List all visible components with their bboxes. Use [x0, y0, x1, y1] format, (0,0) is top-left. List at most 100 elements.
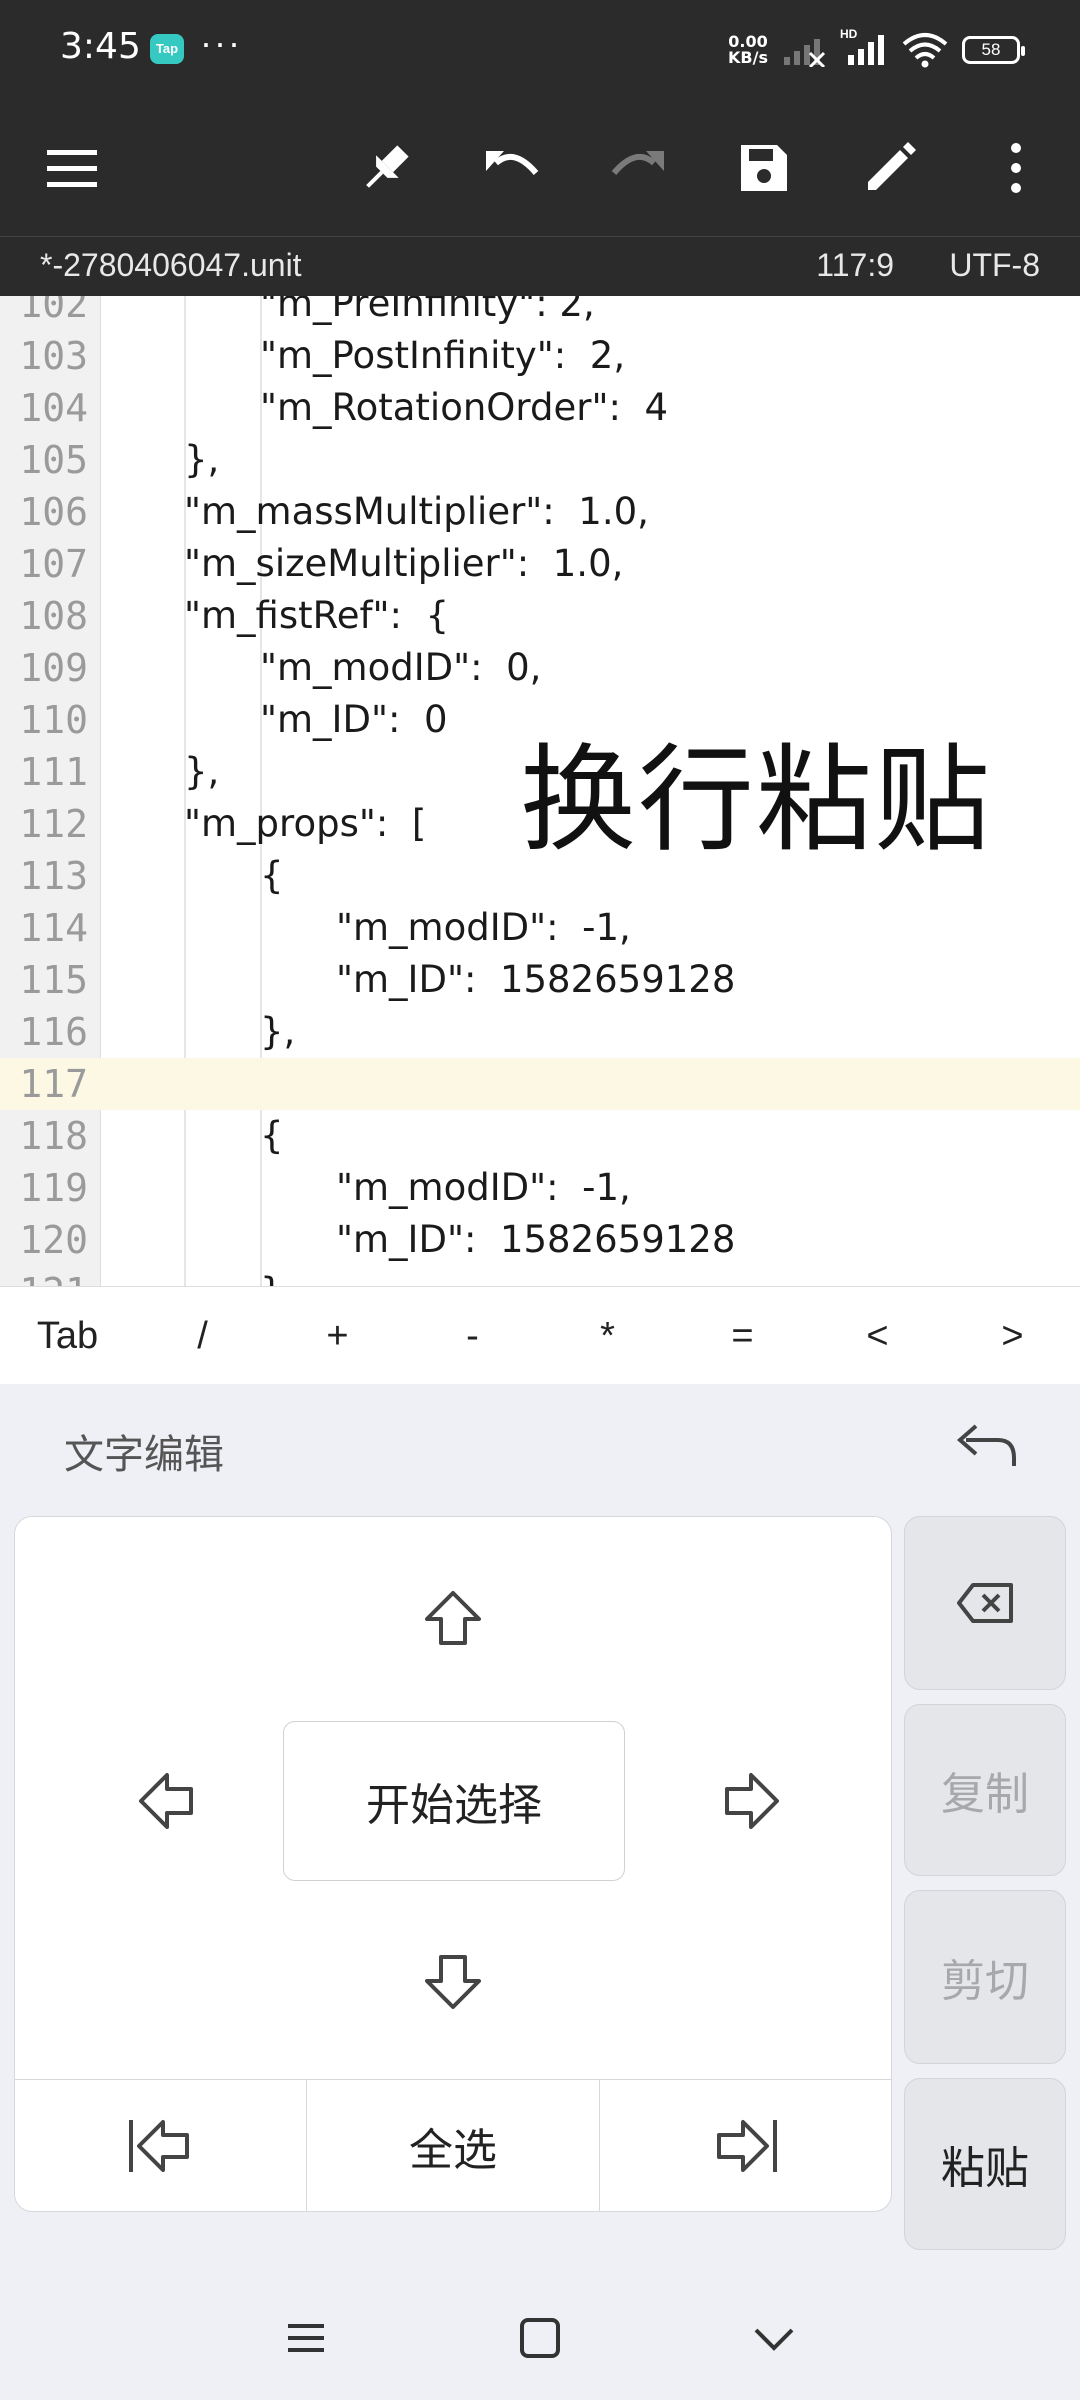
- cursor-up-button[interactable]: [413, 1579, 493, 1659]
- line-number: 120: [19, 1218, 88, 1262]
- more-options-button[interactable]: [978, 130, 1054, 206]
- symbol-shortcut-bar: Tab / + - * = < >: [0, 1286, 1080, 1385]
- code-line[interactable]: 116},: [0, 1006, 1080, 1058]
- code-text: "m_modID": 0,: [260, 646, 542, 689]
- line-number: 115: [19, 958, 88, 1002]
- back-icon: [754, 2328, 794, 2351]
- undo-button[interactable]: [474, 130, 550, 206]
- code-line[interactable]: 121},: [0, 1266, 1080, 1286]
- symbol-key[interactable]: =: [675, 1315, 810, 1358]
- status-indicators: 0.00 KB/s HD 58: [728, 27, 1025, 72]
- recent-apps-button[interactable]: [276, 2308, 336, 2368]
- cursor-pad: 开始选择 全选: [14, 1516, 892, 2212]
- pin-button[interactable]: [348, 130, 424, 206]
- copy-button[interactable]: 复制: [904, 1704, 1066, 1876]
- text-edit-panel: 文字编辑 开始选择 全选 复制 剪切 粘贴: [0, 1384, 1080, 2400]
- pin-icon: [366, 145, 409, 188]
- network-speed-unit: KB/s: [728, 48, 768, 67]
- undo-icon: [486, 151, 539, 175]
- status-time: 3:45: [60, 26, 141, 67]
- cut-button[interactable]: 剪切: [904, 1890, 1066, 2064]
- code-line[interactable]: 104 "m_RotationOrder": 4: [0, 382, 1080, 434]
- code-line[interactable]: 118 {: [0, 1110, 1080, 1162]
- home-button[interactable]: [510, 2308, 570, 2368]
- file-encoding[interactable]: UTF-8: [949, 247, 1040, 284]
- redo-icon: [611, 151, 664, 175]
- code-editor[interactable]: 102 "m_PreInfinity": 2, 103 "m_PostInfinity…: [0, 296, 1080, 1286]
- line-number: 111: [19, 750, 88, 794]
- menu-button[interactable]: [34, 130, 110, 206]
- symbol-key[interactable]: >: [945, 1315, 1080, 1358]
- code-text: "m_PreInfinity": 2,: [260, 296, 595, 325]
- code-line[interactable]: 105},: [0, 434, 1080, 486]
- symbol-key[interactable]: <: [810, 1315, 945, 1358]
- wifi-icon: [902, 33, 948, 68]
- home-icon: [520, 2318, 560, 2358]
- symbol-key[interactable]: /: [135, 1315, 270, 1358]
- return-button[interactable]: [948, 1416, 1020, 1476]
- arrow-down-icon: [425, 1955, 481, 2009]
- line-number: 110: [19, 698, 88, 742]
- code-text: },: [260, 1010, 296, 1053]
- return-icon: [956, 1424, 1016, 1466]
- code-line[interactable]: 115 "m_ID": 1582659128: [0, 954, 1080, 1006]
- code-line[interactable]: 107 "m_sizeMultiplier": 1.0,: [0, 538, 1080, 590]
- code-line[interactable]: 103 "m_PostInfinity": 2,: [0, 330, 1080, 382]
- code-line[interactable]: 117: [0, 1058, 1080, 1110]
- line-number: 118: [19, 1114, 88, 1158]
- arrow-right-icon: [725, 1773, 779, 1829]
- signal-sim1-icon: [784, 39, 826, 67]
- line-number: 112: [19, 802, 88, 846]
- battery-indicator: 58: [962, 36, 1025, 64]
- code-line[interactable]: 120 "m_ID": 1582659128: [0, 1214, 1080, 1266]
- recent-apps-icon: [288, 2324, 324, 2352]
- code-text: "m_ID": 1582659128: [336, 958, 736, 1001]
- line-end-button[interactable]: [600, 2080, 891, 2212]
- line-number: 121: [0, 1266, 88, 1286]
- code-text: "m_RotationOrder": 4: [260, 386, 668, 429]
- line-number: 108: [19, 594, 88, 638]
- symbol-key[interactable]: *: [540, 1315, 675, 1358]
- select-all-button[interactable]: 全选: [307, 2080, 600, 2212]
- symbol-key[interactable]: Tab: [0, 1315, 135, 1358]
- start-selection-button[interactable]: 开始选择: [283, 1721, 625, 1881]
- save-button[interactable]: [726, 130, 802, 206]
- code-line[interactable]: 106 "m_massMultiplier": 1.0,: [0, 486, 1080, 538]
- annotation-overlay-text: 换行粘贴: [520, 733, 992, 868]
- code-line[interactable]: 109 "m_modID": 0,: [0, 642, 1080, 694]
- symbol-key[interactable]: +: [270, 1315, 405, 1358]
- code-text: "m_modID": -1,: [336, 906, 631, 949]
- line-number: 106: [19, 490, 88, 534]
- panel-title: 文字编辑: [64, 1433, 224, 1477]
- back-button[interactable]: [744, 2308, 804, 2368]
- battery-level: 58: [981, 40, 1001, 59]
- redo-button[interactable]: [600, 130, 676, 206]
- code-line[interactable]: 102 "m_PreInfinity": 2,: [0, 296, 1080, 330]
- line-number: 103: [19, 334, 88, 378]
- system-nav-bar: [0, 2280, 1080, 2400]
- symbol-key[interactable]: -: [405, 1315, 540, 1358]
- backspace-button[interactable]: [904, 1516, 1066, 1690]
- code-text: {: [260, 854, 284, 897]
- code-line[interactable]: 119 "m_modID": -1,: [0, 1162, 1080, 1214]
- cursor-down-button[interactable]: [413, 1941, 493, 2021]
- file-info-bar: *-2780406047.unit 117:9 UTF-8: [0, 236, 1080, 297]
- paste-button[interactable]: 粘贴: [904, 2078, 1066, 2250]
- arrow-up-icon: [425, 1591, 481, 1645]
- line-start-button[interactable]: [15, 2080, 308, 2212]
- code-text: },: [260, 1266, 295, 1286]
- cursor-right-button[interactable]: [711, 1761, 791, 1841]
- code-line[interactable]: 108 "m_fistRef": {: [0, 590, 1080, 642]
- more-vert-icon: [1011, 143, 1021, 193]
- line-start-icon: [128, 2120, 189, 2172]
- cursor-left-button[interactable]: [127, 1761, 207, 1841]
- signal-sim2: HD: [840, 27, 888, 67]
- pad-bottom-row: 全选: [15, 2079, 891, 2212]
- edit-button[interactable]: [852, 130, 928, 206]
- more-notifications-icon: ···: [200, 22, 242, 63]
- code-text: },: [184, 438, 220, 481]
- code-line[interactable]: 114 "m_modID": -1,: [0, 902, 1080, 954]
- line-number: 109: [19, 646, 88, 690]
- code-text: "m_ID": 0: [260, 698, 448, 741]
- editor-toolbar: [0, 100, 1080, 236]
